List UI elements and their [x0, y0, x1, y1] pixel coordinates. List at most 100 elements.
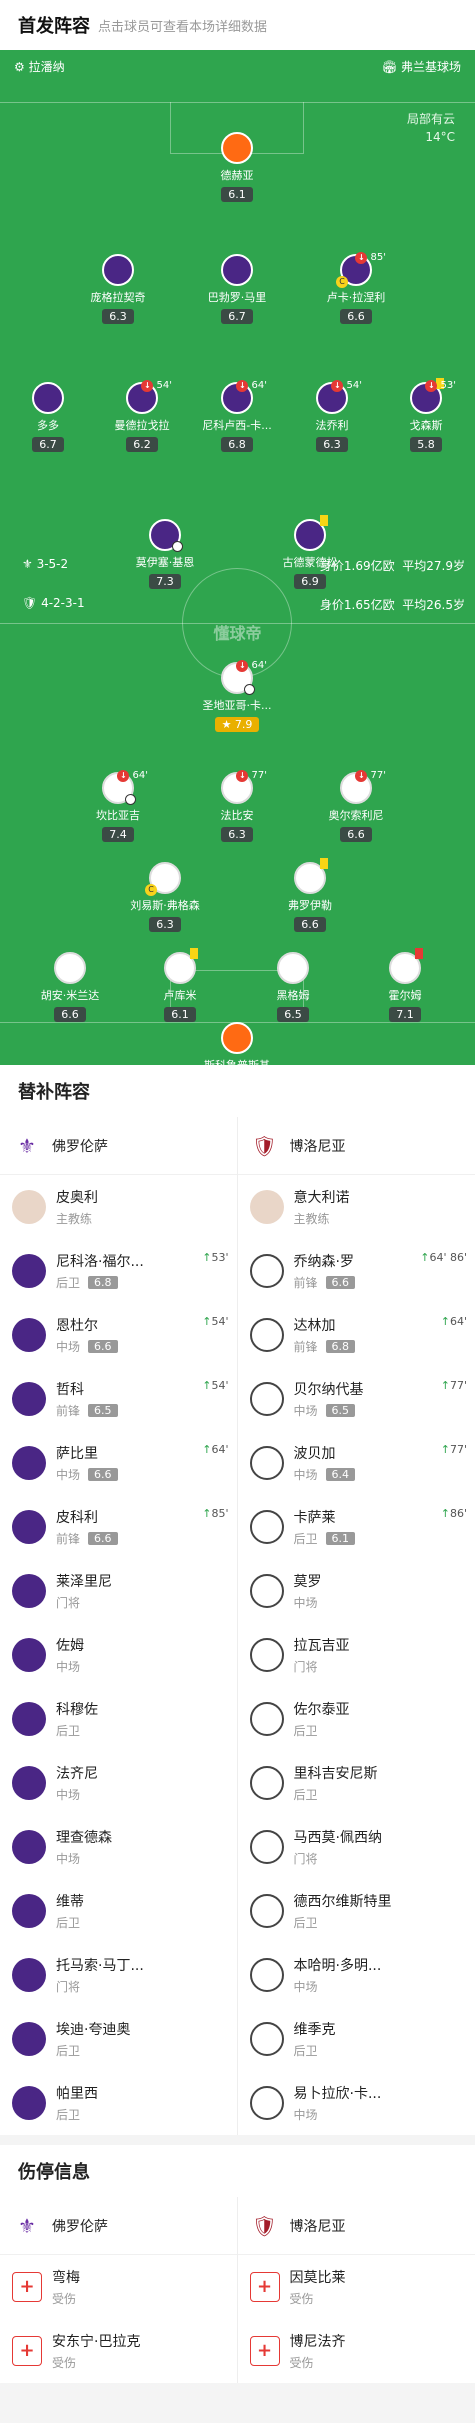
sub-player-row[interactable]: 理查德森 中场 [0, 1815, 237, 1879]
player-name: 圣地亚哥·卡... [202, 699, 272, 712]
goal-ball-icon [172, 541, 183, 552]
sub-player-row[interactable]: 达林加 前锋 6.8 ↑64' [238, 1303, 475, 1367]
event-minute: 64' [211, 1443, 229, 1456]
player-marker[interactable]: 卢库米 6.1 [135, 948, 225, 1022]
sub-player-row[interactable]: 维季克 后卫 [238, 2007, 475, 2071]
sub-player-row[interactable]: 恩杜尔 中场 6.6 ↑54' [0, 1303, 237, 1367]
player-marker[interactable]: 德赫亚 6.1 [192, 132, 282, 202]
player-marker[interactable]: ↓ 77' 法比安 6.3 [192, 770, 282, 842]
sub-player-row[interactable]: 皮科利 前锋 6.6 ↑85' [0, 1495, 237, 1559]
player-info: 尼科洛·福尔... 后卫 6.8 [56, 1251, 144, 1291]
sub-player-row[interactable]: 莫罗 中场 [238, 1559, 475, 1623]
player-marker[interactable]: 巴勃罗·马里 6.7 [192, 254, 282, 324]
position-label: 中场 [293, 1980, 318, 1994]
player-marker[interactable]: 古德蒙德松 6.9 [265, 515, 355, 589]
player-rating: 6.7 [221, 309, 253, 324]
sub-player-position: 中场 [56, 1850, 112, 1867]
event-minute: 85' [211, 1507, 229, 1520]
position-label: 前锋 [56, 1532, 81, 1546]
player-marker[interactable]: 庞格拉契奇 6.3 [73, 254, 163, 324]
sub-player-position: 门将 [56, 1594, 112, 1611]
sub-player-rating: 6.8 [88, 1276, 118, 1289]
medical-kit-icon: + [249, 2272, 280, 2302]
sub-player-row[interactable]: 帕里西 后卫 [0, 2071, 237, 2135]
position-label: 后卫 [56, 2108, 81, 2122]
sub-player-row[interactable]: 尼科洛·福尔... 后卫 6.8 ↑53' [0, 1239, 237, 1303]
away-formation-row: 🛡 4-2-3-1 身价1.65亿欧 平均26.5岁 [22, 596, 465, 613]
away-team-row[interactable]: 🛡 博洛尼亚 [237, 1117, 475, 1175]
substitution-out-icon: ↓ 64' [236, 380, 267, 392]
player-marker[interactable]: ↓ 77' 奥尔索利尼 6.6 [311, 770, 401, 842]
sub-player-row[interactable]: 佐姆 中场 [0, 1623, 237, 1687]
away-coach-row[interactable]: 意大利诺 主教练 [238, 1175, 475, 1239]
sub-player-row[interactable]: 乔纳森·罗 前锋 6.6 ↑64' 86' [238, 1239, 475, 1303]
player-marker[interactable]: ↓ 64' 坎比亚吉 7.4 [73, 770, 163, 842]
player-jersey-icon [294, 858, 328, 894]
sub-player-row[interactable]: 马西莫·佩西纳 门将 [238, 1815, 475, 1879]
away-team-row[interactable]: 🛡 博洛尼亚 [237, 2197, 475, 2255]
player-avatar-icon [12, 1766, 46, 1800]
event-minute: 77' [449, 1379, 467, 1392]
sub-player-row[interactable]: 萨比里 中场 6.6 ↑64' [0, 1431, 237, 1495]
substitution-in-event: ↑64' [441, 1315, 467, 1328]
sub-player-row[interactable]: 易卜拉欣·卡... 中场 [238, 2071, 475, 2135]
lineup-header: 首发阵容 点击球员可查看本场详细数据 [0, 0, 475, 50]
home-team-row[interactable]: ⚜ 佛罗伦萨 [0, 2197, 237, 2255]
player-avatar-icon [249, 1318, 284, 1352]
away-age: 平均26.5岁 [402, 598, 465, 612]
sub-player-row[interactable]: 波贝加 中场 6.4 ↑77' [238, 1431, 475, 1495]
player-info: 拉瓦吉亚 门将 [294, 1635, 350, 1675]
player-info: 理查德森 中场 [56, 1827, 112, 1867]
injury-row[interactable]: + 因莫比莱 受伤 [238, 2255, 475, 2319]
player-marker[interactable]: ↓ 53' 戈森斯 5.8 [381, 378, 471, 452]
sub-player-row[interactable]: 贝尔纳代基 中场 6.5 ↑77' [238, 1367, 475, 1431]
event-minute: 54' [211, 1315, 229, 1328]
position-label: 后卫 [293, 1532, 318, 1546]
player-marker[interactable]: ↓ 54' 法乔利 6.3 [287, 380, 377, 452]
player-marker[interactable]: C 刘易斯·弗格森 6.3 [120, 862, 210, 932]
sub-player-row[interactable]: 哲科 前锋 6.5 ↑54' [0, 1367, 237, 1431]
player-marker[interactable]: 霍尔姆 7.1 [360, 948, 450, 1022]
player-info: 里科吉安尼斯 后卫 [294, 1763, 378, 1803]
substitution-out-icon: ↓ 64' [117, 770, 148, 782]
sub-player-row[interactable]: 法齐尼 中场 [0, 1751, 237, 1815]
player-marker[interactable]: ↓ 54' 曼德拉戈拉 6.2 [97, 380, 187, 452]
sub-player-row[interactable]: 维蒂 后卫 [0, 1879, 237, 1943]
sub-player-row[interactable]: 托马索·马丁... 门将 [0, 1943, 237, 2007]
player-marker[interactable]: C ↓ 85' 卢卡·拉涅利 6.6 [311, 252, 401, 324]
injured-player-name: 安东宁·巴拉克 [52, 2334, 141, 2350]
player-marker[interactable]: ↓ 64' 尼科卢西-卡... 6.8 [192, 380, 282, 452]
player-name: 黑格姆 [276, 989, 310, 1002]
player-marker[interactable]: 弗罗伊勒 6.6 [265, 858, 355, 932]
sub-player-row[interactable]: 本哈明·多明... 中场 [238, 1943, 475, 2007]
position-label: 后卫 [293, 1916, 318, 1930]
home-team-row[interactable]: ⚜ 佛罗伦萨 [0, 1117, 237, 1175]
injury-row[interactable]: + 博尼法齐 受伤 [238, 2319, 475, 2383]
sub-player-position: 中场 6.6 [56, 1338, 118, 1355]
captain-icon: C [336, 276, 348, 288]
sub-player-row[interactable]: 拉瓦吉亚 门将 [238, 1623, 475, 1687]
player-jersey-icon [294, 515, 328, 551]
sub-player-row[interactable]: 科穆佐 后卫 [0, 1687, 237, 1751]
injury-row[interactable]: + 弯梅 受伤 [0, 2255, 237, 2319]
injury-row[interactable]: + 安东宁·巴拉克 受伤 [0, 2319, 237, 2383]
captain-icon: C [145, 884, 157, 896]
player-name: 古德蒙德松 [282, 556, 338, 569]
player-marker[interactable]: 胡安·米兰达 6.6 [25, 952, 115, 1022]
sub-player-row[interactable]: 德西尔维斯特里 后卫 [238, 1879, 475, 1943]
sub-player-row[interactable]: 佐尔泰亚 后卫 [238, 1687, 475, 1751]
sub-player-row[interactable]: 莱泽里尼 门将 [0, 1559, 237, 1623]
home-coach-row[interactable]: 皮奥利 主教练 [0, 1175, 237, 1239]
player-marker[interactable]: 多多 6.7 [3, 382, 93, 452]
player-marker[interactable]: 斯科鲁普斯基6.1 [192, 1022, 282, 1065]
away-team-name: 博洛尼亚 [289, 2218, 346, 2235]
sub-player-row[interactable]: 里科吉安尼斯 后卫 [238, 1751, 475, 1815]
substitution-in-icon: ↑ [440, 1315, 450, 1328]
player-marker[interactable]: ↓ 64' 圣地亚哥·卡... ★ 7.9 [192, 660, 282, 732]
player-marker[interactable]: 黑格姆 6.5 [248, 952, 338, 1022]
player-marker[interactable]: 莫伊塞·基恩 7.3 [120, 519, 210, 589]
injured-player-name: 弯梅 [52, 2270, 80, 2286]
home-formation-row: ⚜ 3-5-2 身价1.69亿欧 平均27.9岁 [22, 557, 465, 574]
sub-player-row[interactable]: 埃迪·夸迪奥 后卫 [0, 2007, 237, 2071]
sub-player-row[interactable]: 卡萨莱 后卫 6.1 ↑86' [238, 1495, 475, 1559]
